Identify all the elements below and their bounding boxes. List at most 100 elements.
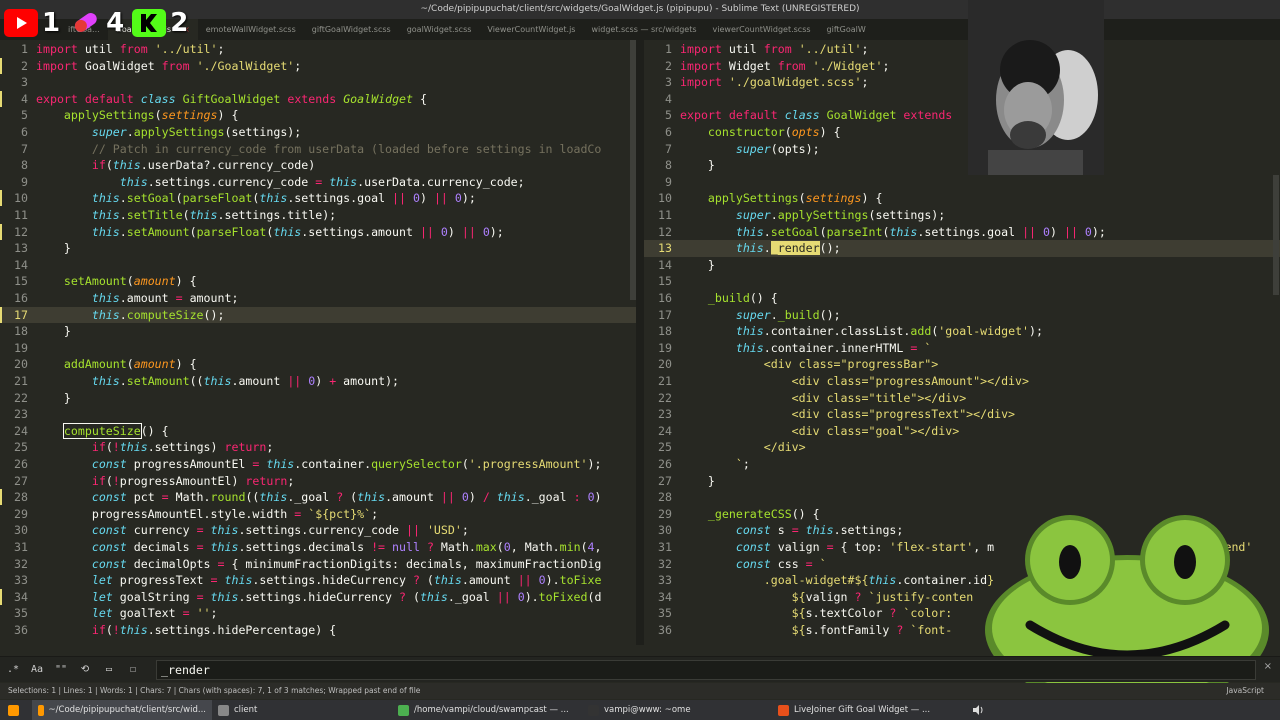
tab-6[interactable]: widget.scss — src/widgets [583,19,704,40]
find-input[interactable]: _render [156,659,1256,680]
code-line[interactable]: 18 this.container.classList.add('goal-wi… [644,323,1280,340]
code-line[interactable]: 14 } [644,257,1280,274]
code-line[interactable]: 13 } [0,240,636,257]
code-line[interactable]: 10 applySettings(settings) { [644,190,1280,207]
code-line[interactable]: 12 this.setGoal(parseInt(this.settings.g… [644,224,1280,241]
modified-line-marker [0,90,2,107]
case-sensitive-toggle[interactable]: Aa [26,661,48,679]
code-line[interactable]: 14 [0,257,636,274]
code-line[interactable]: 25 </div> [644,439,1280,456]
code-line[interactable]: 16 _build() { [644,290,1280,307]
code-line[interactable]: 7 // Patch in currency_code from userDat… [0,141,636,158]
code-line[interactable]: 22 } [0,390,636,407]
taskbar-item-label: LiveJoiner Gift Goal Widget — ... [794,705,931,715]
code-line[interactable]: 19 this.container.innerHTML = ` [644,340,1280,357]
code-line[interactable]: 29 progressAmountEl.style.width = `${pct… [0,506,636,523]
code-line[interactable]: 4 [644,91,1280,108]
code-line[interactable]: 27 if(!progressAmountEl) return; [0,473,636,490]
code-line[interactable]: 12 this.setAmount(parseFloat(this.settin… [0,223,636,241]
code-line[interactable]: 21 this.setAmount((this.amount || 0) + a… [0,373,636,390]
taskbar-item[interactable]: vampi@www: ~ome [582,700,772,720]
code-line[interactable]: 18 } [0,323,636,340]
code-line[interactable]: 24 computeSize() { [0,422,636,440]
code-line[interactable]: 24 <div class="goal"></div> [644,423,1280,440]
code-line[interactable]: 2 import Widget from './Widget'; [644,58,1280,75]
code-line[interactable]: 10 this.setGoal(parseFloat(this.settings… [0,190,636,207]
code-line[interactable]: 36 if(!this.settings.hidePercentage) { [0,622,636,639]
tab-5[interactable]: ViewerCountWidget.js [479,19,583,40]
code-line[interactable]: 11 this.setTitle(this.settings.title); [0,207,636,224]
code-line[interactable]: 7 super(opts); [644,141,1280,158]
code-line[interactable]: 15 setAmount(amount) { [0,273,636,290]
code-text: applySettings(settings) { [707,191,883,206]
highlight-matches-toggle[interactable]: ☐ [122,661,144,679]
code-line[interactable]: 15 [644,273,1280,290]
code-line[interactable]: 23 <div class="progressText"></div> [644,406,1280,423]
tab-8[interactable]: giftGoalW [819,19,874,40]
tab-7[interactable]: viewerCountWidget.scss [705,19,819,40]
taskbar-item[interactable]: ~/Code/pipipupuchat/client/src/wid... [32,700,212,720]
code-line[interactable]: 17 this.computeSize(); [0,306,636,324]
code-text: <div class="title"></div> [680,390,967,405]
tab-3[interactable]: giftGoalWidget.scss [304,19,399,40]
code-text: _generateCSS() { [707,506,820,521]
code-line[interactable]: 25 if(!this.settings) return; [0,439,636,456]
code-line[interactable]: 6 super.applySettings(settings); [0,124,636,141]
code-line[interactable]: 3 [0,74,636,91]
regex-toggle[interactable]: .* [2,661,24,679]
taskbar-item[interactable]: LiveJoiner Gift Goal Widget — ... [772,700,962,720]
code-line[interactable]: 32 const decimalOpts = { minimumFraction… [0,556,636,573]
start-menu-icon[interactable] [0,700,32,720]
tab-4[interactable]: goalWidget.scss [399,19,480,40]
code-line[interactable]: 8 } [644,157,1280,174]
line-number: 16 [14,291,28,305]
code-line[interactable]: 33 let progressText = this.settings.hide… [0,572,636,589]
code-line[interactable]: 2 import GoalWidget from './GoalWidget'; [0,57,636,75]
code-line[interactable]: 21 <div class="progressAmount"></div> [644,373,1280,390]
pane-divider[interactable] [636,40,644,645]
left-scrollbar[interactable] [630,40,636,300]
taskbar-item[interactable]: /home/vampi/cloud/swampcast — ... [392,700,582,720]
left-editor-pane[interactable]: 1 import util from '../util'; 2 import Goal… [0,40,636,645]
in-selection-toggle[interactable]: ▭ [98,661,120,679]
taskbar-item[interactable]: client [212,700,392,720]
code-line[interactable]: 35 let goalText = ''; [0,605,636,622]
kick-icon [132,9,167,37]
code-line[interactable]: 22 <div class="title"></div> [644,390,1280,407]
code-line[interactable]: 30 const currency = this.settings.curren… [0,522,636,539]
right-scrollbar[interactable] [1273,175,1279,295]
code-line[interactable]: 23 [0,406,636,423]
code-line[interactable]: 27 } [644,473,1280,490]
code-line[interactable]: 5 applySettings(settings) { [0,107,636,124]
code-line[interactable]: 26 const progressAmountEl = this.contain… [0,456,636,473]
code-line[interactable]: 11 super.applySettings(settings); [644,207,1280,224]
code-line[interactable]: 13 this._render(); [644,240,1280,257]
webcam-overlay [968,0,1104,175]
code-line[interactable]: 6 constructor(opts) { [644,124,1280,141]
code-line[interactable]: 1 import util from '../util'; [0,41,636,58]
code-line[interactable]: 34 let goalString = this.settings.hideCu… [0,588,636,606]
code-line[interactable]: 20 <div class="progressBar"> [644,356,1280,373]
code-line[interactable]: 1 import util from '../util'; [644,41,1280,58]
tab-2[interactable]: emoteWallWidget.scss [198,19,304,40]
code-line[interactable]: 9 this.settings.currency_code = this.use… [0,174,636,191]
code-line[interactable]: 28 const pct = Math.round((this._goal ? … [0,489,636,506]
close-icon[interactable]: × [1264,661,1272,672]
code-line[interactable]: 8 if(this.userData?.currency_code) [0,157,636,174]
code-line[interactable]: 3 import './goalWidget.scss'; [644,74,1280,91]
code-text: } [680,158,715,173]
volume-icon[interactable] [966,700,990,720]
code-line[interactable]: 28 [644,489,1280,506]
code-line[interactable]: 31 const decimals = this.settings.decima… [0,539,636,556]
code-line[interactable]: 17 super._build(); [644,307,1280,324]
code-line[interactable]: 5 export default class GoalWidget extends [644,107,1280,124]
code-line[interactable]: 20 addAmount(amount) { [0,356,636,373]
syntax-selector[interactable]: JavaScript [1226,683,1264,699]
code-line[interactable]: 26 `; [644,456,1280,473]
wrap-toggle[interactable]: ⟲ [74,661,96,679]
code-line[interactable]: 9 [644,174,1280,191]
code-line[interactable]: 19 [0,340,636,357]
code-line[interactable]: 4 export default class GiftGoalWidget ext… [0,90,636,108]
whole-word-toggle[interactable]: "" [50,661,72,679]
code-line[interactable]: 16 this.amount = amount; [0,290,636,307]
